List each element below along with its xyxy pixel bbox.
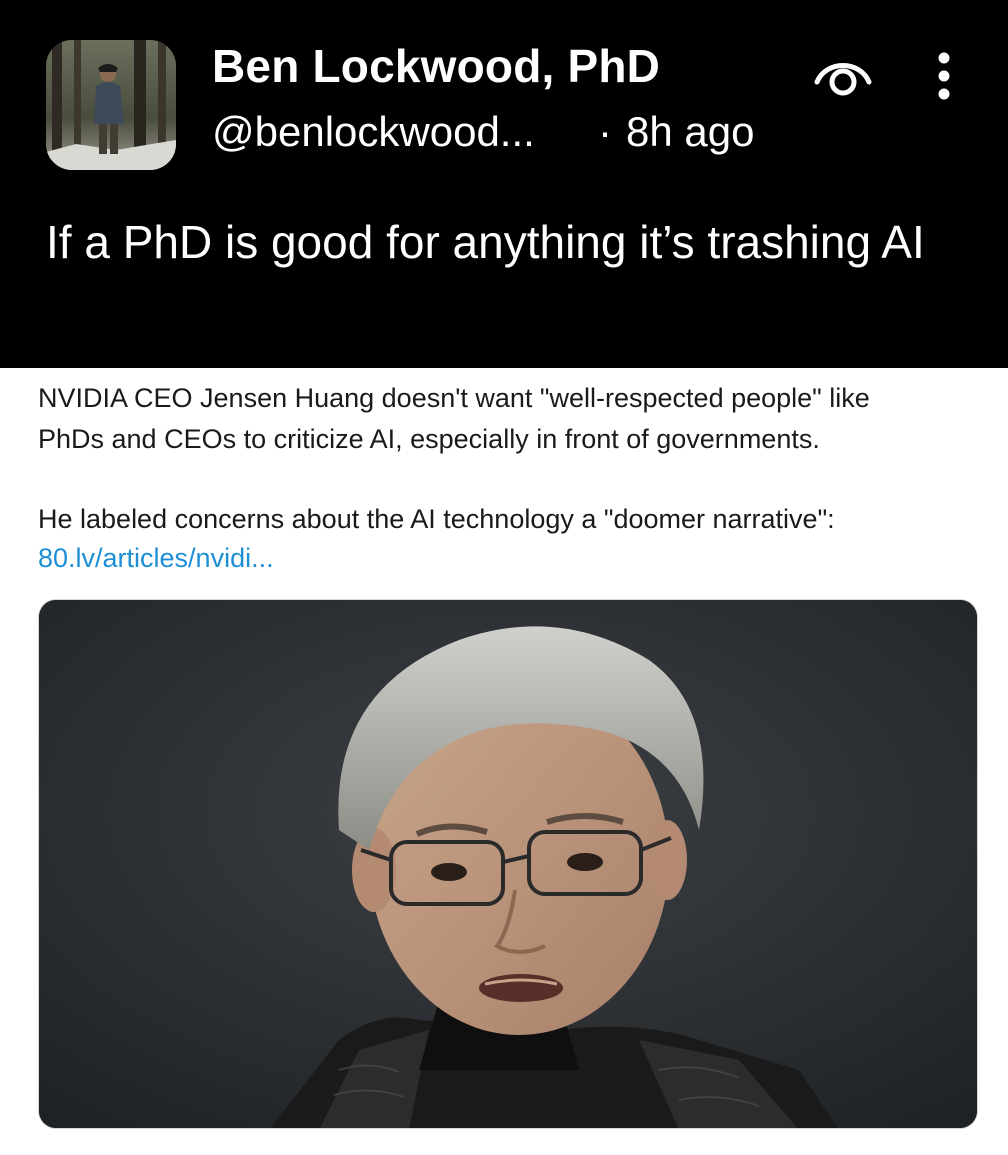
avatar-photo: [46, 40, 176, 170]
quoted-post[interactable]: NVIDIA CEO Jensen Huang doesn't want "we…: [0, 368, 1008, 1155]
screenshot-root: Ben Lockwood, PhD @benlockwood... · 8h a…: [0, 0, 1008, 1155]
meta-separator: ·: [598, 108, 612, 155]
author-name[interactable]: Ben Lockwood, PhD: [212, 36, 660, 96]
quoted-text-line-2: PhDs and CEOs to criticize AI, especiall…: [38, 424, 820, 454]
author-avatar[interactable]: [46, 40, 176, 170]
quoted-text-line-3: He labeled concerns about the AI technol…: [38, 504, 835, 534]
post-timestamp: 8h ago: [626, 108, 755, 155]
quoted-text-line-1: NVIDIA CEO Jensen Huang doesn't want "we…: [38, 383, 870, 413]
post-header: Ben Lockwood, PhD @benlockwood... · 8h a…: [0, 0, 1008, 368]
author-handle[interactable]: @benlockwood...: [212, 104, 535, 160]
eye-icon[interactable]: [812, 52, 874, 98]
article-photo[interactable]: [38, 599, 978, 1129]
photo-man-glasses: [39, 600, 977, 1128]
article-link[interactable]: 80.lv/articles/nvidi...: [38, 538, 274, 578]
post-text: If a PhD is good for anything it’s trash…: [46, 216, 925, 268]
more-vertical-icon[interactable]: [926, 50, 962, 102]
